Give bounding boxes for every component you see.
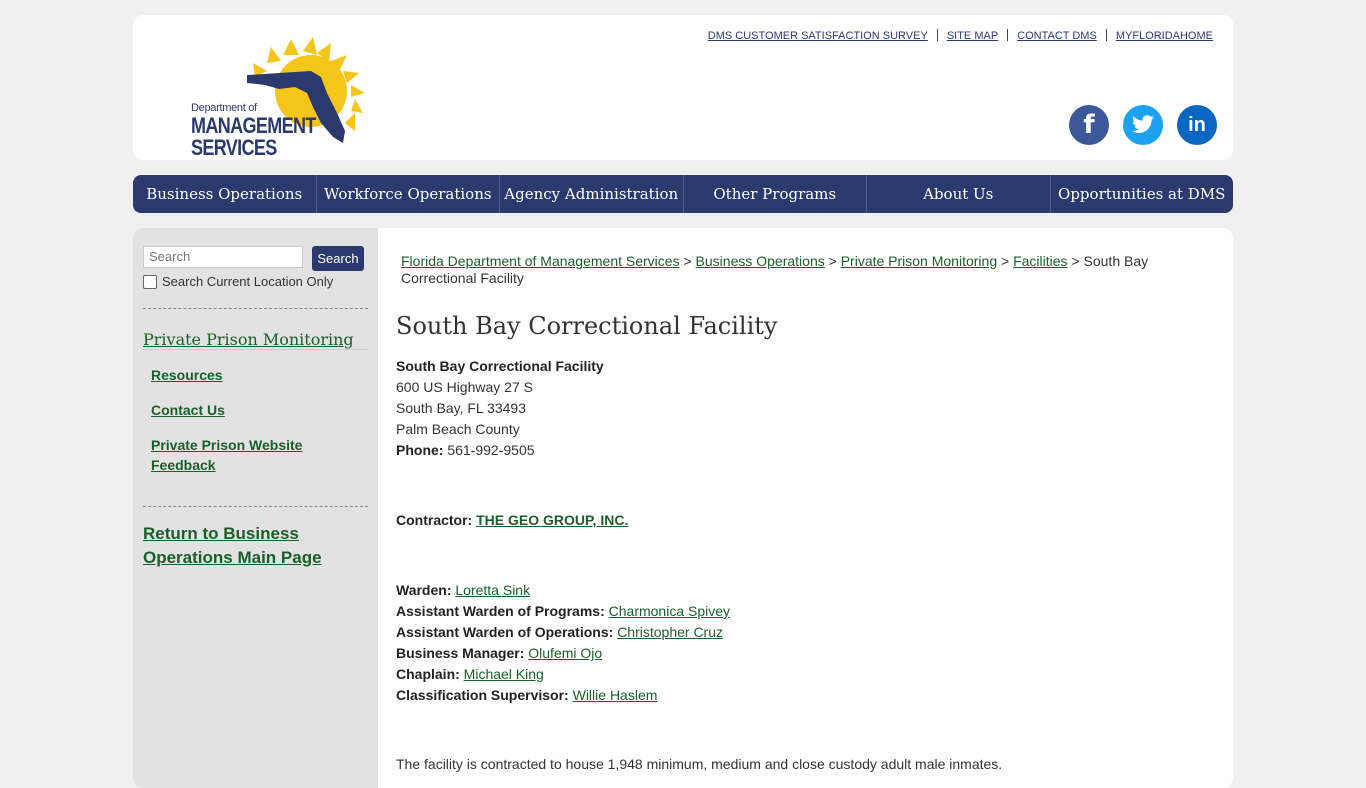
- search-location-option[interactable]: Search Current Location Only: [143, 274, 333, 289]
- contractor-row: Contractor: THE GEO GROUP, INC.: [396, 510, 628, 531]
- phone-number: 561-992-9505: [447, 442, 535, 458]
- staff-role: Warden:: [396, 582, 452, 598]
- sidebar-item-feedback[interactable]: Private Prison Website Feedback: [151, 435, 331, 475]
- county: Palm Beach County: [396, 421, 520, 437]
- search-input[interactable]: Search: [143, 246, 303, 268]
- return-main-page-link[interactable]: Return to Business Operations Main Page: [143, 522, 343, 570]
- divider: [143, 308, 368, 309]
- facebook-icon[interactable]: f: [1069, 105, 1109, 145]
- staff-name-link[interactable]: Charmonica Spivey: [609, 603, 730, 619]
- staff-name-link[interactable]: Willie Haslem: [573, 687, 658, 703]
- facility-name: South Bay Correctional Facility: [396, 358, 604, 374]
- nav-about-us[interactable]: About Us: [867, 175, 1051, 213]
- logo-line3: SERVICES: [191, 135, 277, 160]
- nav-agency-administration[interactable]: Agency Administration: [500, 175, 684, 213]
- address-line1: 600 US Highway 27 S: [396, 379, 533, 395]
- search-button[interactable]: Search: [312, 246, 364, 271]
- staff-name-link[interactable]: Olufemi Ojo: [528, 645, 602, 661]
- linkedin-icon[interactable]: in: [1177, 105, 1217, 145]
- content-area: Search Search Search Current Location On…: [133, 228, 1233, 788]
- page-title: South Bay Correctional Facility: [396, 312, 778, 340]
- nav-other-programs[interactable]: Other Programs: [684, 175, 867, 213]
- divider: [936, 29, 938, 41]
- breadcrumb-separator: >: [828, 253, 837, 269]
- site-map-link[interactable]: SITE MAP: [947, 30, 998, 42]
- facility-address: South Bay Correctional Facility 600 US H…: [396, 356, 604, 461]
- staff-role: Business Manager:: [396, 645, 525, 661]
- dms-logo[interactable]: Department of MANAGEMENT SERVICES: [161, 33, 381, 159]
- contractor-label: Contractor:: [396, 512, 473, 528]
- breadcrumb-business-operations[interactable]: Business Operations: [696, 253, 825, 269]
- nav-business-operations[interactable]: Business Operations: [133, 175, 317, 213]
- breadcrumb-private-prison[interactable]: Private Prison Monitoring: [841, 253, 997, 269]
- contact-dms-link[interactable]: CONTACT DMS: [1017, 30, 1097, 42]
- staff-role: Assistant Warden of Programs:: [396, 603, 605, 619]
- page: Department of MANAGEMENT SERVICES DMS CU…: [0, 0, 1366, 788]
- header: Department of MANAGEMENT SERVICES DMS CU…: [133, 15, 1233, 160]
- utility-links: DMS CUSTOMER SATISFACTION SURVEY SITE MAP…: [708, 29, 1213, 42]
- divider: [143, 506, 368, 507]
- phone-label: Phone:: [396, 442, 444, 458]
- contractor-link[interactable]: THE GEO GROUP, INC.: [476, 512, 628, 528]
- logo-line2: MANAGEMENT: [191, 113, 316, 138]
- nav-workforce-operations[interactable]: Workforce Operations: [317, 175, 500, 213]
- staff-name-link[interactable]: Michael King: [464, 666, 544, 682]
- staff-name-link[interactable]: Christopher Cruz: [617, 624, 723, 640]
- staff-name-link[interactable]: Loretta Sink: [455, 582, 530, 598]
- twitter-icon[interactable]: [1123, 105, 1163, 145]
- sidebar-item-resources[interactable]: Resources: [151, 365, 223, 385]
- logo-wordmark: Department of MANAGEMENT SERVICES: [191, 99, 343, 159]
- staff-list: Warden: Loretta Sink Assistant Warden of…: [396, 580, 730, 706]
- divider: [1105, 29, 1107, 41]
- search-location-label: Search Current Location Only: [162, 274, 334, 289]
- main-nav: Business Operations Workforce Operations…: [133, 175, 1233, 213]
- nav-opportunities[interactable]: Opportunities at DMS: [1051, 175, 1234, 213]
- myfloridahome-link[interactable]: MYFLORIDAHOME: [1116, 30, 1213, 42]
- sidebar: Search Search Search Current Location On…: [133, 228, 378, 788]
- sidebar-section-title[interactable]: Private Prison Monitoring: [143, 330, 354, 349]
- divider: [1007, 29, 1009, 41]
- search-location-checkbox[interactable]: [143, 274, 157, 289]
- breadcrumb-separator: >: [683, 253, 692, 269]
- staff-role: Chaplain:: [396, 666, 460, 682]
- social-links: f in: [1069, 105, 1217, 145]
- address-line2: South Bay, FL 33493: [396, 400, 526, 416]
- breadcrumb-separator: >: [1071, 253, 1080, 269]
- staff-role: Classification Supervisor:: [396, 687, 569, 703]
- survey-link[interactable]: DMS CUSTOMER SATISFACTION SURVEY: [708, 30, 928, 42]
- staff-role: Assistant Warden of Operations:: [396, 624, 614, 640]
- breadcrumb-separator: >: [1001, 253, 1010, 269]
- breadcrumb-facilities[interactable]: Facilities: [1013, 253, 1067, 269]
- facility-description: The facility is contracted to house 1,94…: [396, 756, 1003, 772]
- sidebar-item-contact-us[interactable]: Contact Us: [151, 400, 225, 420]
- breadcrumb: Florida Department of Management Service…: [401, 253, 1161, 287]
- breadcrumb-dms[interactable]: Florida Department of Management Service…: [401, 253, 680, 269]
- divider: [143, 349, 368, 350]
